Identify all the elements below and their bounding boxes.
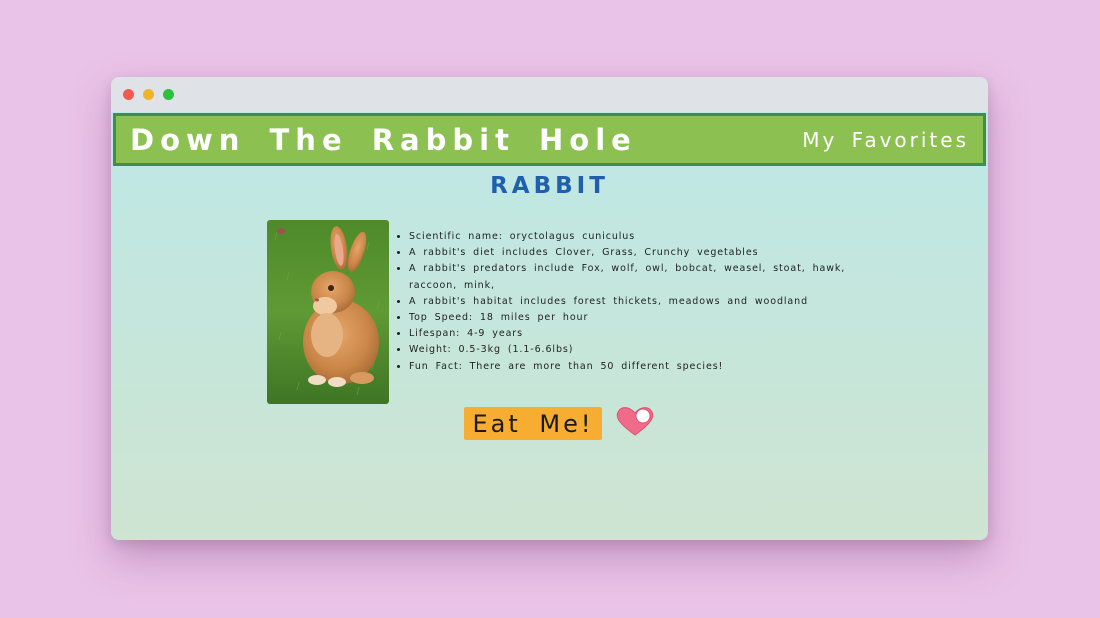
list-item: A rabbit's predators include Fox, wolf, …	[409, 261, 859, 293]
rabbit-facts-list: Scientific name: oryctolagus cuniculus A…	[395, 229, 859, 375]
minimize-window-icon[interactable]	[143, 89, 154, 100]
list-item: Top Speed: 18 miles per hour	[409, 310, 859, 326]
list-item: Lifespan: 4-9 years	[409, 326, 859, 342]
page-title: RABBIT	[490, 173, 609, 199]
header-banner: Down The Rabbit Hole My Favorites	[113, 113, 986, 166]
list-item: A rabbit's habitat includes forest thick…	[409, 294, 859, 310]
rabbit-photo	[267, 220, 389, 404]
eat-me-button[interactable]: Eat Me!	[464, 407, 602, 440]
list-item: Fun Fact: There are more than 50 differe…	[409, 359, 859, 375]
nav-link-my-favorites[interactable]: My Favorites	[802, 128, 969, 152]
browser-window: Down The Rabbit Hole My Favorites RABBIT	[111, 77, 988, 540]
list-item: A rabbit's diet includes Clover, Grass, …	[409, 245, 859, 261]
maximize-window-icon[interactable]	[163, 89, 174, 100]
list-item: Weight: 0.5-3kg (1.1-6.6lbs)	[409, 342, 859, 358]
heart-toggle-icon[interactable]	[615, 405, 655, 437]
window-titlebar	[111, 77, 988, 112]
close-window-icon[interactable]	[123, 89, 134, 100]
list-item: Scientific name: oryctolagus cuniculus	[409, 229, 859, 245]
site-title: Down The Rabbit Hole	[130, 122, 637, 157]
